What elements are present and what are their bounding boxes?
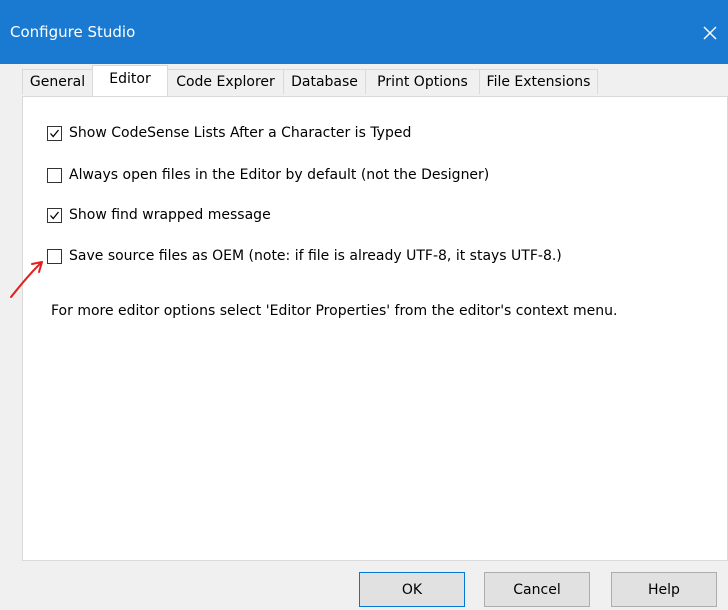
- ok-button[interactable]: OK: [359, 572, 465, 607]
- checkbox-show-codesense[interactable]: [47, 125, 62, 141]
- close-button[interactable]: [692, 16, 728, 50]
- checkbox-show-find-wrapped[interactable]: [47, 207, 62, 223]
- checkbox-open-in-editor[interactable]: [47, 167, 62, 183]
- configure-studio-dialog: Configure Studio General Editor Code Exp…: [0, 0, 728, 610]
- checkmark-icon: [50, 129, 60, 137]
- option-open-in-editor[interactable]: Always open files in the Editor by defau…: [47, 167, 489, 183]
- option-label: Save source files as OEM (note: if file …: [69, 248, 562, 264]
- help-button[interactable]: Help: [611, 572, 717, 607]
- red-arrow-icon: [10, 261, 43, 298]
- close-icon: [703, 26, 717, 40]
- editor-tab-panel: Show CodeSense Lists After a Character i…: [22, 96, 728, 561]
- checkmark-icon: [50, 211, 60, 219]
- option-show-codesense[interactable]: Show CodeSense Lists After a Character i…: [47, 125, 411, 141]
- tab-database[interactable]: Database: [283, 69, 366, 94]
- checkbox-save-as-oem[interactable]: [47, 248, 62, 264]
- title-bar: Configure Studio: [0, 0, 728, 64]
- option-save-as-oem[interactable]: Save source files as OEM (note: if file …: [47, 248, 562, 264]
- option-label: Always open files in the Editor by defau…: [69, 167, 490, 183]
- editor-options-hint: For more editor options select 'Editor P…: [51, 303, 618, 319]
- option-show-find-wrapped[interactable]: Show find wrapped message: [47, 207, 271, 223]
- option-label: Show find wrapped message: [69, 207, 271, 223]
- tab-editor[interactable]: Editor: [92, 65, 168, 96]
- cancel-button[interactable]: Cancel: [484, 572, 590, 607]
- window-title: Configure Studio: [10, 23, 136, 41]
- option-label: Show CodeSense Lists After a Character i…: [69, 125, 412, 141]
- tab-general[interactable]: General: [22, 69, 93, 94]
- tab-print-options[interactable]: Print Options: [365, 69, 480, 94]
- tab-code-explorer[interactable]: Code Explorer: [167, 69, 284, 94]
- tab-file-extensions[interactable]: File Extensions: [479, 69, 598, 94]
